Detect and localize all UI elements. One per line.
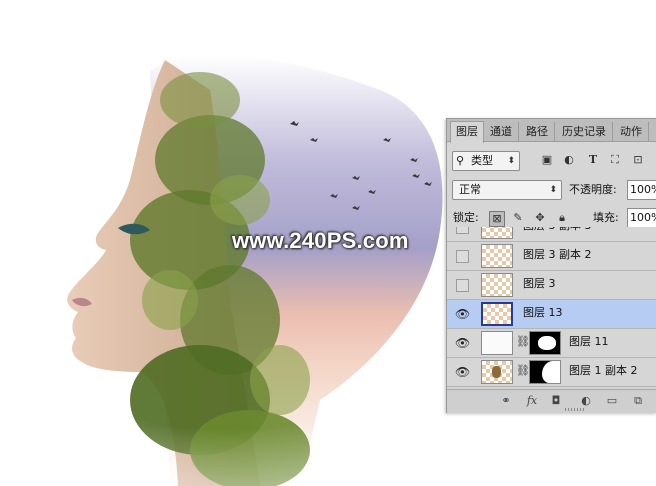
link-chain-icon[interactable]: ⛓ [516, 335, 530, 348]
thumbnail-content [492, 366, 501, 378]
layer-thumbnail [481, 331, 513, 355]
layer-row[interactable]: 图层 3 副本 2 [447, 242, 656, 271]
panel-bottom-bar: ⚭ fx ◘ ◐ ▭ ⧉ [447, 389, 656, 413]
layer-list[interactable]: 图层 3 副本 3 图层 3 副本 2 图层 3 👁︎ 图层 13 👁︎ ⛓ 图… [447, 227, 656, 391]
fill-input[interactable]: 100% [627, 208, 656, 228]
lock-label: 锁定: [453, 211, 479, 224]
fill-label: 填充: [593, 211, 619, 224]
blend-mode-select[interactable]: 正常 ⬍ [452, 180, 562, 200]
blend-row: 正常 ⬍ 不透明度: 100% [447, 180, 656, 200]
updown-arrow-icon: ⬍ [507, 156, 515, 166]
filter-row: ⚲ 类型 ⬍ ▣ ◐ T ⛶ ⊡ [447, 151, 656, 171]
layer-thumbnail [481, 244, 513, 268]
layer-name: 图层 1 副本 2 [569, 364, 638, 377]
layer-row[interactable]: 👁︎ ⛓ 图层 11 [447, 329, 656, 358]
filter-kind-select[interactable]: ⚲ 类型 ⬍ [452, 151, 520, 171]
filter-adjustment-icon[interactable]: ◐ [562, 153, 576, 167]
layer-name: 图层 3 [523, 277, 556, 290]
filter-type-icon[interactable]: T [586, 153, 600, 167]
fx-icon[interactable]: fx [525, 394, 539, 408]
layer-thumbnail [481, 360, 513, 384]
layer-name: 图层 3 副本 2 [523, 248, 592, 261]
opacity-input[interactable]: 100% [627, 180, 656, 200]
add-mask-icon[interactable]: ◘ [549, 394, 563, 408]
tab-channels[interactable]: 通道 [484, 122, 519, 141]
resize-grip[interactable] [565, 408, 585, 411]
panel-tab-bar: 图层 通道 路径 历史记录 动作 [447, 119, 656, 143]
adjustment-layer-icon[interactable]: ◐ [579, 394, 593, 408]
new-layer-icon[interactable]: ⧉ [631, 394, 645, 408]
layer-row[interactable]: 图层 3 副本 3 [447, 227, 656, 242]
layer-name: 图层 13 [523, 306, 563, 319]
lock-row: 锁定: ⊠ ✎ ✥ 🔒︎ 填充: 100% [447, 208, 656, 228]
filter-shape-icon[interactable]: ⛶ [608, 153, 622, 167]
mask-shape [538, 336, 556, 350]
blend-mode-label: 正常 [459, 183, 481, 196]
link-chain-icon[interactable]: ⛓ [516, 364, 530, 377]
filter-kind-label: 类型 [471, 154, 493, 167]
opacity-label: 不透明度: [569, 183, 617, 196]
layer-row-selected[interactable]: 👁︎ 图层 13 [447, 300, 656, 329]
group-folder-icon[interactable]: ▭ [605, 394, 619, 408]
layer-thumbnail [481, 302, 513, 326]
eye-icon[interactable]: 👁︎ [455, 365, 470, 379]
search-icon: ⚲ [456, 154, 465, 167]
layer-name: 图层 3 副本 3 [523, 227, 592, 239]
visibility-toggle[interactable] [456, 250, 469, 263]
layer-thumbnail [481, 273, 513, 297]
lock-transparent-pixels-icon[interactable]: ⊠ [489, 211, 505, 227]
visibility-toggle[interactable] [456, 279, 469, 292]
tab-actions[interactable]: 动作 [614, 122, 649, 141]
filter-pixel-layer-icon[interactable]: ▣ [540, 153, 554, 167]
watermark-text: www.240PS.com [232, 228, 409, 253]
eye-icon[interactable]: 👁︎ [455, 336, 470, 350]
layer-mask-thumbnail[interactable] [529, 331, 561, 355]
lock-position-icon[interactable]: ✥ [533, 211, 547, 225]
tab-layers[interactable]: 图层 [450, 121, 484, 143]
tab-history[interactable]: 历史记录 [556, 122, 613, 141]
layer-row[interactable]: 👁︎ ⛓ 图层 1 副本 2 [447, 358, 656, 387]
link-layers-icon[interactable]: ⚭ [499, 394, 513, 408]
lock-all-icon[interactable]: 🔒︎ [555, 211, 569, 225]
filter-smart-object-icon[interactable]: ⊡ [631, 153, 645, 167]
lock-image-pixels-icon[interactable]: ✎ [511, 211, 525, 225]
mask-shape [542, 361, 560, 383]
eye-icon[interactable]: 👁︎ [455, 307, 470, 321]
layer-thumbnail [481, 227, 513, 239]
layers-panel: 图层 通道 路径 历史记录 动作 ⚲ 类型 ⬍ ▣ ◐ T ⛶ ⊡ 正常 ⬍ 不… [446, 118, 656, 413]
layer-row[interactable]: 图层 3 [447, 271, 656, 300]
layer-mask-thumbnail[interactable] [529, 360, 561, 384]
tab-paths[interactable]: 路径 [520, 122, 555, 141]
updown-arrow-icon: ⬍ [549, 185, 557, 195]
visibility-toggle[interactable] [456, 227, 469, 234]
layer-name: 图层 11 [569, 335, 609, 348]
